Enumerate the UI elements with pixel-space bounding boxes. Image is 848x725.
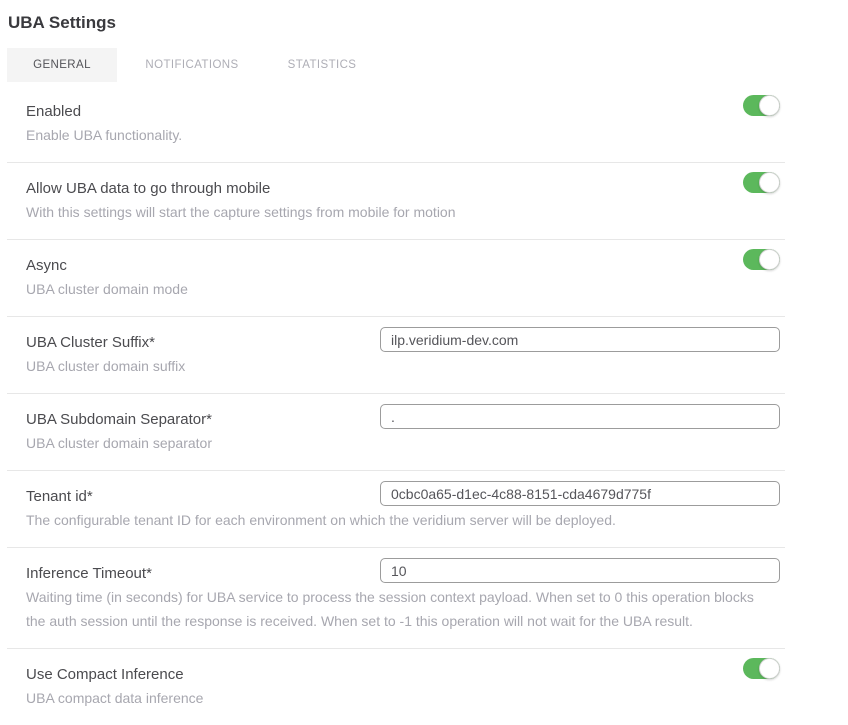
setting-row: Inference Timeout* Waiting time (in seco… bbox=[7, 548, 785, 649]
setting-text-input[interactable] bbox=[380, 327, 780, 352]
page-title: UBA Settings bbox=[8, 12, 785, 34]
setting-description: UBA cluster domain separator bbox=[26, 431, 771, 455]
setting-description: Waiting time (in seconds) for UBA servic… bbox=[26, 585, 771, 633]
setting-description: Enable UBA functionality. bbox=[26, 123, 771, 147]
setting-label: Use Compact Inference bbox=[26, 664, 785, 686]
setting-label: Allow UBA data to go through mobile bbox=[26, 178, 785, 200]
setting-label: Async bbox=[26, 255, 785, 277]
setting-row: Tenant id* The configurable tenant ID fo… bbox=[7, 471, 785, 548]
toggle-knob bbox=[759, 658, 780, 679]
setting-label: Enabled bbox=[26, 101, 785, 123]
toggle-switch[interactable] bbox=[743, 95, 780, 116]
toggle-knob bbox=[759, 95, 780, 116]
settings-list: Enabled Enable UBA functionality. Allow … bbox=[7, 86, 785, 725]
setting-text-input[interactable] bbox=[380, 481, 780, 506]
setting-row: Allow UBA data to go through mobile With… bbox=[7, 163, 785, 240]
setting-row: Async UBA cluster domain mode bbox=[7, 240, 785, 317]
setting-description: UBA cluster domain suffix bbox=[26, 354, 771, 378]
setting-row: Enabled Enable UBA functionality. bbox=[7, 86, 785, 163]
toggle-knob bbox=[759, 249, 780, 270]
tab-general[interactable]: GENERAL bbox=[7, 48, 117, 82]
toggle-knob bbox=[759, 172, 780, 193]
toggle-switch[interactable] bbox=[743, 658, 780, 679]
setting-description: UBA compact data inference bbox=[26, 686, 771, 710]
setting-row: UBA Subdomain Separator* UBA cluster dom… bbox=[7, 394, 785, 471]
setting-text-input[interactable] bbox=[380, 558, 780, 583]
tab-notifications[interactable]: NOTIFICATIONS bbox=[137, 48, 247, 82]
setting-description: UBA cluster domain mode bbox=[26, 277, 771, 301]
toggle-switch[interactable] bbox=[743, 249, 780, 270]
tab-statistics[interactable]: STATISTICS bbox=[267, 48, 377, 82]
tab-bar: GENERAL NOTIFICATIONS STATISTICS bbox=[7, 48, 785, 82]
setting-description: The configurable tenant ID for each envi… bbox=[26, 508, 771, 532]
setting-description: With this settings will start the captur… bbox=[26, 200, 771, 224]
toggle-switch[interactable] bbox=[743, 172, 780, 193]
setting-row: UBA Cluster Suffix* UBA cluster domain s… bbox=[7, 317, 785, 394]
setting-text-input[interactable] bbox=[380, 404, 780, 429]
uba-settings-page: UBA Settings GENERAL NOTIFICATIONS STATI… bbox=[0, 0, 848, 725]
setting-row: Use Compact Inference UBA compact data i… bbox=[7, 649, 785, 725]
